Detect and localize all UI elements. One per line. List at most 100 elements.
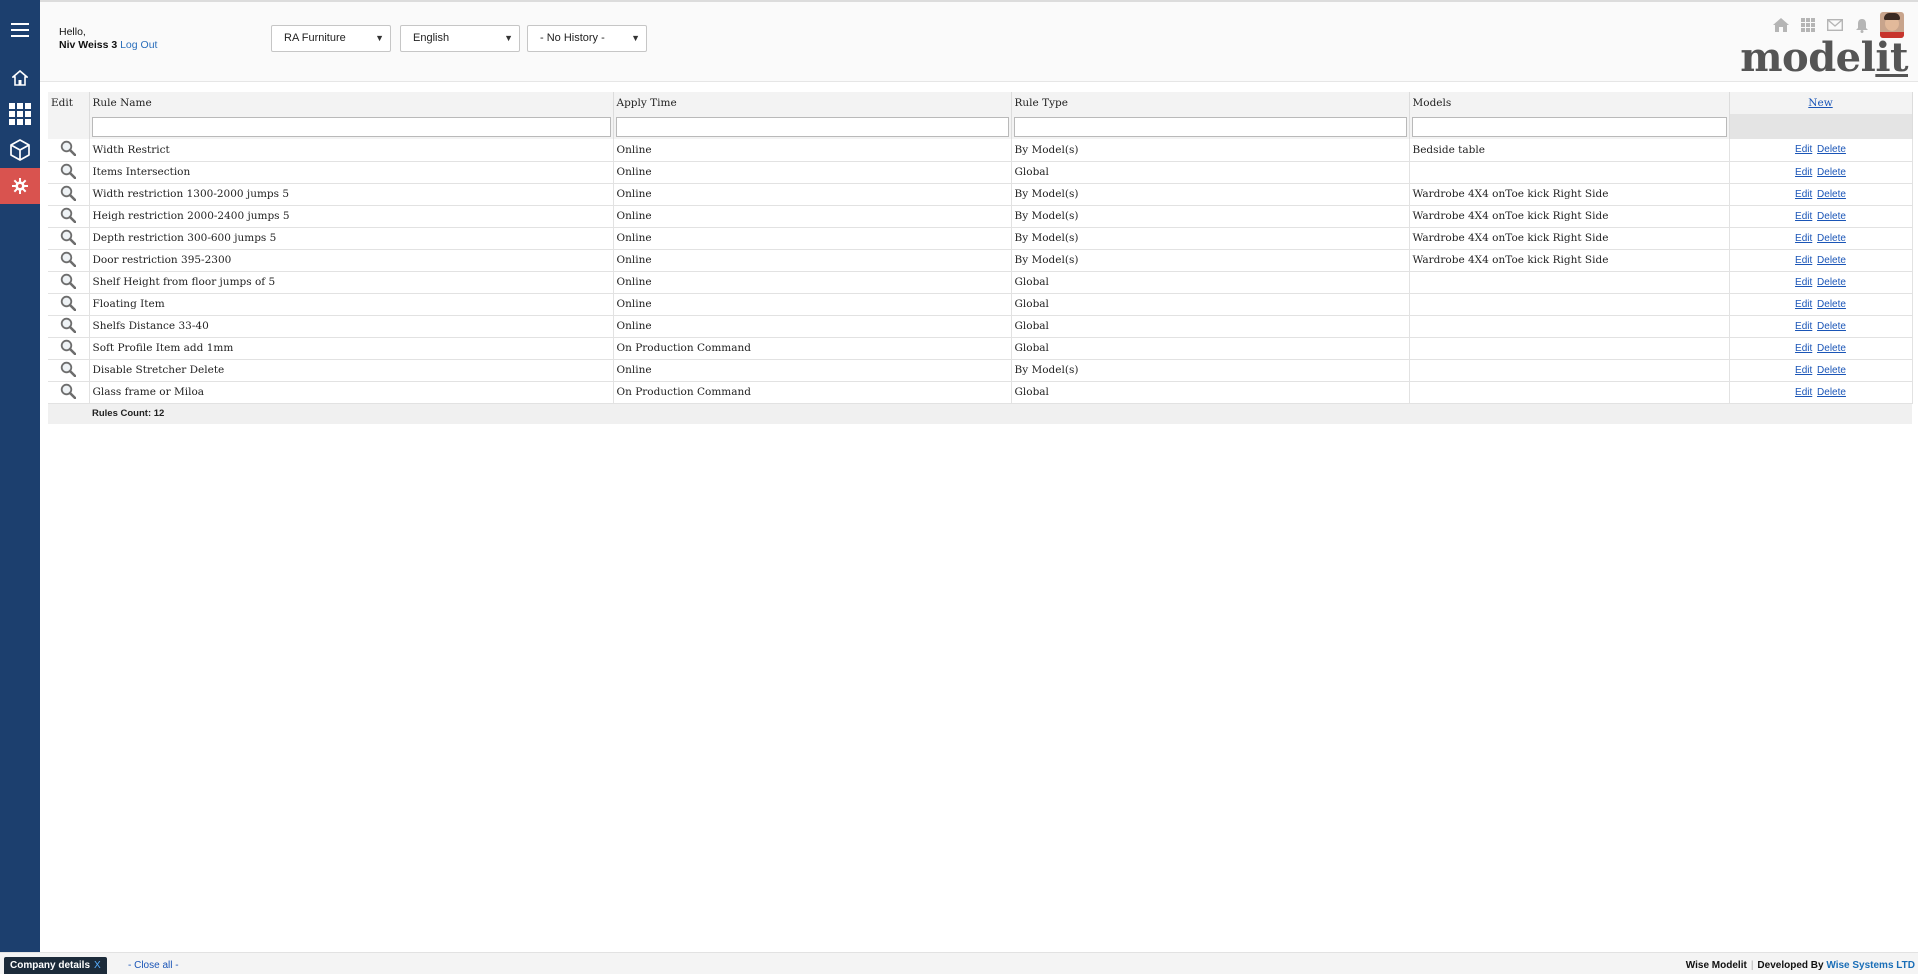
view-rule-button[interactable] (48, 315, 90, 338)
company-select-value: RA Furniture (284, 32, 346, 44)
close-icon[interactable]: X (94, 960, 101, 971)
sidebar-grid-button[interactable] (0, 96, 40, 132)
table-row: Width Restrict Online By Model(s) Bedside t… (48, 139, 1913, 162)
delete-link[interactable]: Delete (1817, 255, 1846, 266)
rule-name-cell: Disable Stretcher Delete (89, 359, 614, 382)
bell-icon[interactable] (1853, 16, 1871, 34)
new-rule-link[interactable]: New (1808, 97, 1832, 109)
sidebar (0, 0, 40, 952)
delete-link[interactable]: Delete (1817, 211, 1846, 222)
view-rule-button[interactable] (48, 293, 90, 316)
view-rule-button[interactable] (48, 183, 90, 206)
home-icon[interactable] (1772, 16, 1790, 34)
edit-link[interactable]: Edit (1795, 277, 1812, 288)
edit-link[interactable]: Edit (1795, 387, 1812, 398)
history-select[interactable]: - No History - ▼ (527, 25, 647, 52)
language-select[interactable]: English ▼ (400, 25, 520, 52)
delete-link[interactable]: Delete (1817, 387, 1846, 398)
close-all-link[interactable]: - Close all - (128, 958, 179, 974)
filter-row (48, 114, 1913, 139)
edit-link[interactable]: Edit (1795, 321, 1812, 332)
sidebar-models-button[interactable] (0, 132, 40, 168)
row-actions: Edit Delete (1729, 139, 1913, 162)
home-icon (12, 70, 28, 86)
apply-time-cell: Online (613, 293, 1012, 316)
table-footer: Rules Count: 12 (48, 403, 1912, 424)
view-rule-button[interactable] (48, 381, 90, 404)
models-cell (1409, 315, 1730, 338)
mail-icon[interactable] (1826, 16, 1844, 34)
apply-time-cell: Online (613, 183, 1012, 206)
table-row: Shelf Height from floor jumps of 5 Online… (48, 271, 1913, 294)
edit-link[interactable]: Edit (1795, 167, 1812, 178)
edit-link[interactable]: Edit (1795, 255, 1812, 266)
apps-grid-icon[interactable] (1799, 16, 1817, 34)
delete-link[interactable]: Delete (1817, 299, 1846, 310)
apply-time-cell: Online (613, 315, 1012, 338)
edit-link[interactable]: Edit (1795, 189, 1812, 200)
history-select-value: - No History - (540, 32, 605, 44)
greeting-text: Hello, (59, 26, 86, 38)
apply-time-cell: Online (613, 249, 1012, 272)
edit-link[interactable]: Edit (1795, 365, 1812, 376)
delete-link[interactable]: Delete (1817, 233, 1846, 244)
rule-name-filter-input[interactable] (91, 116, 611, 137)
company-select[interactable]: RA Furniture ▼ (271, 25, 391, 52)
company-link[interactable]: Wise Systems LTD (1826, 960, 1915, 971)
rule-type-cell: Global (1011, 271, 1410, 294)
developed-by: Developed By (1757, 960, 1824, 971)
view-rule-button[interactable] (48, 337, 90, 360)
table-row: Door restriction 395-2300 Online By Model(… (48, 249, 1913, 272)
col-rule-name-header[interactable]: Rule Name (89, 92, 614, 114)
delete-link[interactable]: Delete (1817, 365, 1846, 376)
col-edit-header: Edit (48, 92, 90, 114)
delete-link[interactable]: Delete (1817, 343, 1846, 354)
apply-time-cell: Online (613, 271, 1012, 294)
product-name: Wise Modelit (1685, 960, 1747, 971)
magnifier-icon (61, 317, 77, 333)
apply-time-filter-input[interactable] (615, 116, 1009, 137)
rule-name-cell: Depth restriction 300-600 jumps 5 (89, 227, 614, 250)
top-header: Hello, Niv Weiss 3 Log Out RA Furniture ▼… (40, 0, 1918, 82)
rule-type-cell: By Model(s) (1011, 183, 1410, 206)
row-actions: Edit Delete (1729, 227, 1913, 250)
row-actions: Edit Delete (1729, 161, 1913, 184)
delete-link[interactable]: Delete (1817, 144, 1846, 155)
sidebar-settings-button[interactable] (0, 168, 40, 204)
view-rule-button[interactable] (48, 359, 90, 382)
edit-link[interactable]: Edit (1795, 299, 1812, 310)
delete-link[interactable]: Delete (1817, 167, 1846, 178)
edit-link[interactable]: Edit (1795, 343, 1812, 354)
menu-icon (11, 23, 29, 37)
col-apply-time-header[interactable]: Apply Time (613, 92, 1012, 114)
tab-label: Company details (10, 960, 91, 971)
view-rule-button[interactable] (48, 271, 90, 294)
tab-company-details[interactable]: Company details X (4, 957, 107, 974)
edit-link[interactable]: Edit (1795, 211, 1812, 222)
view-rule-button[interactable] (48, 139, 90, 162)
delete-link[interactable]: Delete (1817, 277, 1846, 288)
new-rule-header: New (1729, 92, 1913, 114)
rule-type-cell: Global (1011, 315, 1410, 338)
view-rule-button[interactable] (48, 161, 90, 184)
delete-link[interactable]: Delete (1817, 189, 1846, 200)
menu-button[interactable] (0, 0, 40, 60)
sidebar-home-button[interactable] (0, 60, 40, 96)
filter-spacer (1729, 114, 1913, 139)
rule-type-filter-input[interactable] (1013, 116, 1407, 137)
col-rule-type-header[interactable]: Rule Type (1011, 92, 1410, 114)
row-actions: Edit Delete (1729, 293, 1913, 316)
models-filter-input[interactable] (1411, 116, 1727, 137)
view-rule-button[interactable] (48, 227, 90, 250)
rule-name-cell: Glass frame or Miloa (89, 381, 614, 404)
view-rule-button[interactable] (48, 205, 90, 228)
rule-type-cell: By Model(s) (1011, 139, 1410, 162)
delete-link[interactable]: Delete (1817, 321, 1846, 332)
models-cell (1409, 293, 1730, 316)
logout-link[interactable]: Log Out (120, 39, 157, 51)
grid-icon (9, 103, 31, 125)
edit-link[interactable]: Edit (1795, 233, 1812, 244)
col-models-header[interactable]: Models (1409, 92, 1730, 114)
edit-link[interactable]: Edit (1795, 144, 1812, 155)
view-rule-button[interactable] (48, 249, 90, 272)
